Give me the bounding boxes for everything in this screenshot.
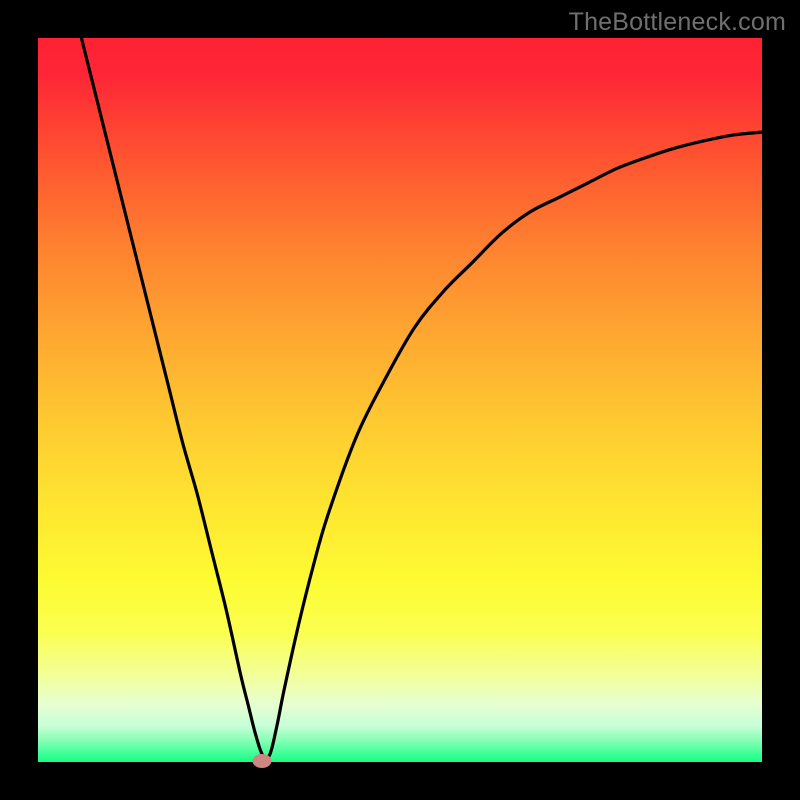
watermark-text: TheBottleneck.com [569, 8, 786, 37]
chart-frame: TheBottleneck.com [0, 0, 800, 800]
optimal-point-marker [253, 754, 272, 768]
plot-area [38, 38, 762, 762]
bottleneck-curve [38, 38, 762, 762]
